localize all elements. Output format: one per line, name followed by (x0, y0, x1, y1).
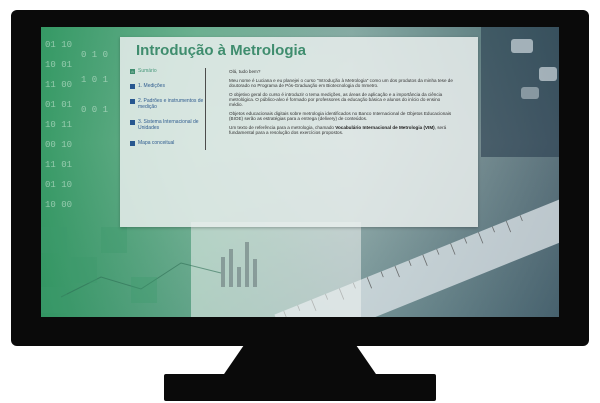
bookmark-icon (130, 140, 135, 146)
vim-title: Vocabulário Internacional de Metrologia … (335, 125, 435, 130)
sidebar-item-padroes[interactable]: 2. Padrões e instrumentos de medição (130, 98, 204, 110)
svg-text:01 10: 01 10 (45, 180, 72, 190)
intro-paragraph: Meu nome é Luciana e eu planejei o curso… (229, 77, 453, 88)
objects-paragraph: Objetos educacionais digitais sobre metr… (229, 111, 452, 122)
monitor-base (164, 374, 436, 401)
objective-paragraph: O objetivo geral do curso é introduzir o… (229, 91, 443, 108)
svg-text:10 00: 10 00 (45, 200, 72, 210)
svg-text:10 11: 10 11 (45, 120, 72, 130)
svg-text:00 10: 00 10 (45, 140, 72, 150)
svg-text:1 0 1: 1 0 1 (81, 75, 108, 85)
svg-text:10 01: 10 01 (45, 60, 72, 70)
sidebar-divider (205, 68, 206, 150)
monitor-neck (222, 345, 378, 377)
vim-paragraph: Um texto de referência para a metrologia… (229, 125, 454, 136)
book-icon (130, 119, 135, 125)
sidebar-item-label: 1. Medições (138, 83, 165, 89)
sidebar-item-label: 3. Sistema Internacional de Unidades (138, 119, 199, 131)
greeting: Olá, tudo bem? (229, 69, 261, 74)
sidebar-item-label: Sumário (138, 68, 157, 74)
intro-text: Olá, tudo bem? Meu nome é Luciana e eu p… (229, 69, 454, 139)
home-icon: ⌂ (130, 68, 135, 74)
vim-text-pre: Um texto de referência para a metrologia… (229, 125, 336, 130)
course-title: Introdução à Metrologia (136, 42, 307, 59)
book-icon (130, 83, 135, 89)
svg-text:01 01: 01 01 (45, 100, 72, 110)
svg-text:11 01: 11 01 (45, 160, 72, 170)
sidebar-item-sistema-internacional[interactable]: 3. Sistema Internacional de Unidades (130, 119, 204, 131)
sidebar-item-mapa-conceitual[interactable]: Mapa conceitual (130, 140, 204, 146)
svg-text:0 1 0: 0 1 0 (81, 50, 108, 60)
svg-text:01 10: 01 10 (45, 40, 72, 50)
sidebar-item-label: Mapa conceitual (138, 140, 175, 146)
book-icon (130, 98, 135, 104)
sidebar-item-sumario[interactable]: ⌂ Sumário (130, 68, 204, 74)
sidebar-nav: ⌂ Sumário 1. Medições 2. Padrões e instr… (130, 68, 204, 146)
svg-text:0 0 1: 0 0 1 (81, 105, 108, 115)
sidebar-item-label: 2. Padrões e instrumentos de medição (138, 98, 204, 110)
sidebar-item-medicoes[interactable]: 1. Medições (130, 83, 204, 89)
svg-text:11 00: 11 00 (45, 80, 72, 90)
